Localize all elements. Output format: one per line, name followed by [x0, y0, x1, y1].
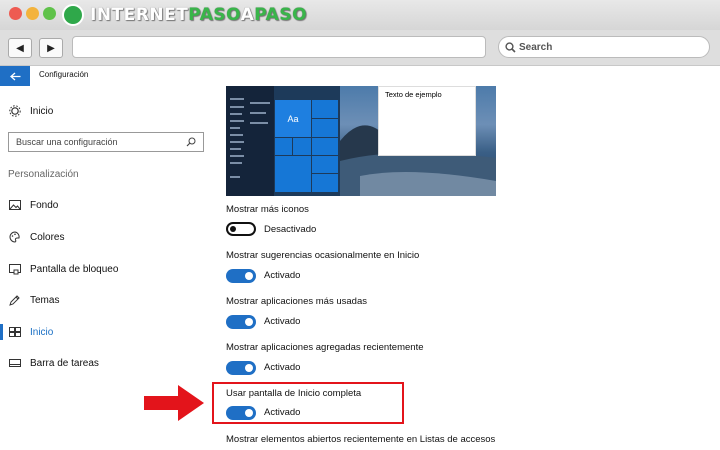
- sidebar-item-colors[interactable]: Colores: [0, 226, 212, 248]
- sidebar-item-background[interactable]: Fondo: [0, 194, 212, 216]
- sidebar-item-label: Temas: [30, 294, 60, 306]
- sidebar-item-label: Fondo: [30, 199, 59, 211]
- logo-text: INTERNETPASOAPASO: [90, 5, 308, 25]
- settings-search-input[interactable]: Buscar una configuración: [8, 132, 204, 152]
- taskbar-icon: [0, 359, 30, 367]
- logo-mark-icon: [62, 4, 84, 26]
- title-bar: INTERNETPASOAPASO: [0, 0, 720, 30]
- preview-tile: [312, 156, 338, 173]
- settings-window: Configuración Inicio Buscar una configur…: [0, 66, 720, 450]
- forward-arrow-icon: ▶: [47, 42, 55, 54]
- sidebar-item-label: Pantalla de bloqueo: [30, 263, 119, 275]
- sidebar-item-start[interactable]: Inicio: [0, 321, 212, 343]
- site-logo: INTERNETPASOAPASO: [62, 3, 307, 27]
- setting-label: Mostrar elementos abiertos recientemente…: [226, 434, 496, 445]
- preview-tile: [312, 119, 338, 137]
- toggle-state: Activado: [264, 316, 301, 327]
- back-button[interactable]: ◀: [8, 38, 32, 58]
- start-preview: Aa Texto de ejemplo: [226, 86, 496, 196]
- suggestions-toggle[interactable]: [226, 269, 256, 283]
- full-screen-start-toggle[interactable]: [226, 406, 256, 420]
- setting-label: Mostrar más iconos: [226, 204, 309, 215]
- sidebar-item-label: Colores: [30, 231, 65, 243]
- preview-tile: [275, 138, 292, 155]
- sidebar-item-label: Inicio: [30, 326, 54, 338]
- sidebar-item-home[interactable]: Inicio: [0, 100, 212, 122]
- start-icon: [0, 327, 30, 337]
- preview-tile: [312, 100, 338, 118]
- app-title: Configuración: [39, 70, 89, 79]
- brush-icon: [0, 294, 30, 306]
- preview-tile: [312, 174, 338, 192]
- toggle-state: Activado: [264, 362, 301, 373]
- search-placeholder: Search: [519, 41, 553, 53]
- most-used-apps-toggle[interactable]: [226, 315, 256, 329]
- sample-text: Texto de ejemplo: [385, 90, 442, 99]
- search-icon: [505, 41, 516, 53]
- forward-button[interactable]: ▶: [39, 38, 63, 58]
- toggle-state: Activado: [264, 407, 301, 418]
- setting-label: Mostrar aplicaciones agregadas recientem…: [226, 342, 424, 353]
- preview-tile: [293, 138, 311, 155]
- search-icon: [186, 137, 196, 147]
- maximize-window-button[interactable]: [43, 7, 56, 20]
- recent-apps-toggle[interactable]: [226, 361, 256, 375]
- image-icon: [0, 200, 30, 210]
- back-arrow-icon: ◀: [16, 42, 24, 54]
- preview-tile-aa: Aa: [275, 100, 311, 137]
- setting-label: Usar pantalla de Inicio completa: [226, 388, 362, 399]
- sidebar-item-label: Barra de tareas: [30, 357, 99, 369]
- setting-label: Mostrar aplicaciones más usadas: [226, 296, 367, 307]
- preview-tile: [275, 156, 311, 192]
- sidebar-item-label: Inicio: [30, 105, 54, 117]
- gear-icon: [0, 105, 30, 117]
- setting-label: Mostrar sugerencias ocasionalmente en In…: [226, 250, 420, 261]
- sidebar-item-taskbar[interactable]: Barra de tareas: [0, 352, 212, 374]
- back-arrow-icon: [9, 72, 20, 80]
- lock-screen-icon: [0, 263, 30, 275]
- section-heading: Personalización: [8, 169, 79, 180]
- close-window-button[interactable]: [9, 7, 22, 20]
- browser-chrome: INTERNETPASOAPASO ◀ ▶ Search: [0, 0, 720, 66]
- preview-sample-window: Texto de ejemplo: [378, 86, 476, 156]
- palette-icon: [0, 231, 30, 243]
- preview-menu-column: [226, 86, 274, 196]
- minimize-window-button[interactable]: [26, 7, 39, 20]
- toggle-state: Desactivado: [264, 224, 317, 235]
- address-bar[interactable]: [72, 36, 486, 58]
- search-placeholder: Buscar una configuración: [16, 137, 118, 147]
- preview-tile: [312, 138, 338, 155]
- sidebar-item-lock-screen[interactable]: Pantalla de bloqueo: [0, 258, 212, 280]
- browser-search-input[interactable]: Search: [498, 36, 710, 58]
- toggle-state: Activado: [264, 270, 301, 281]
- pointer-arrow-icon: [144, 385, 204, 421]
- sidebar-item-themes[interactable]: Temas: [0, 289, 212, 311]
- more-icons-toggle[interactable]: [226, 222, 256, 236]
- app-back-button[interactable]: [0, 66, 30, 86]
